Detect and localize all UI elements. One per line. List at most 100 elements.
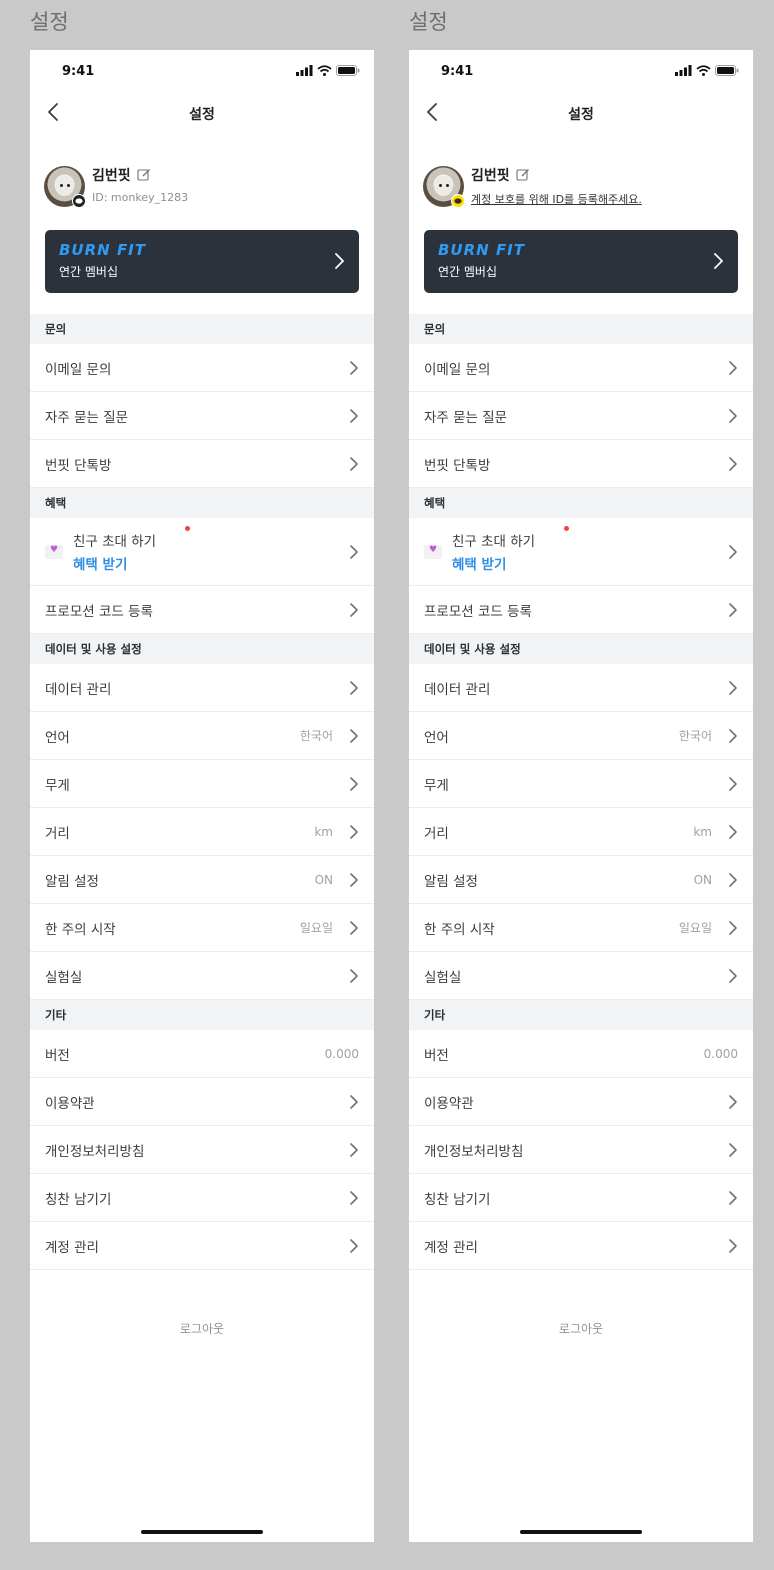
row-label: 개인정보처리방침 (45, 1143, 145, 1160)
chevron-right-icon (729, 1095, 737, 1109)
chevron-right-icon (350, 825, 358, 839)
row-value: ON (314, 872, 333, 887)
inquiry-item[interactable]: 이메일 문의 (30, 344, 374, 392)
profile-section: 김번핏 ID: monkey_1283 (30, 136, 374, 223)
inquiry-item[interactable]: 번핏 단톡방 (409, 440, 753, 488)
status-bar: 9:41 (30, 50, 374, 90)
data-setting-item[interactable]: 데이터 관리 (409, 664, 753, 712)
etc-item[interactable]: 개인정보처리방침 (409, 1126, 753, 1174)
kakao-chat-badge-icon (72, 194, 86, 208)
row-label: 무게 (45, 777, 70, 794)
wifi-icon (696, 65, 711, 76)
frame-label: 설정 (30, 10, 69, 34)
phone-screen: 9:41 설정 김번핏 ID: monkey_1283 BURN FIT 연간 멤버십문의… (30, 50, 374, 1542)
row-label: 무게 (424, 777, 449, 794)
row-label: 알림 설정 (424, 873, 478, 890)
chevron-right-icon (729, 729, 737, 743)
etc-item[interactable]: 이용약관 (409, 1078, 753, 1126)
row-value: 일요일 (299, 921, 333, 935)
data-setting-item[interactable]: 데이터 관리 (30, 664, 374, 712)
section-header-etc: 기타 (30, 1000, 374, 1030)
chevron-right-icon (729, 603, 737, 617)
inquiry-item[interactable]: 자주 묻는 질문 (409, 392, 753, 440)
row-value: km (314, 824, 333, 839)
invite-friend-row[interactable]: 친구 초대 하기혜택 받기 (409, 518, 753, 586)
chevron-right-icon (729, 409, 737, 423)
inquiry-item[interactable]: 자주 묻는 질문 (30, 392, 374, 440)
profile-name-row[interactable]: 김번핏 (92, 165, 151, 185)
invite-friend-row[interactable]: 친구 초대 하기혜택 받기 (30, 518, 374, 586)
chevron-right-icon (350, 681, 358, 695)
profile-name: 김번핏 (92, 168, 131, 184)
section-header-inquiry: 문의 (30, 314, 374, 344)
section-header-data: 데이터 및 사용 설정 (30, 634, 374, 664)
data-setting-item[interactable]: 언어 한국어 (30, 712, 374, 760)
inquiry-item[interactable]: 이메일 문의 (409, 344, 753, 392)
row-label: 언어 (424, 729, 449, 746)
chevron-right-icon (335, 253, 344, 269)
data-setting-item[interactable]: 무게 (30, 760, 374, 808)
profile-subtitle[interactable]: 계정 보호를 위해 ID를 등록해주세요. (471, 191, 642, 207)
row-label: 데이터 관리 (45, 681, 112, 698)
membership-card[interactable]: BURN FIT 연간 멤버십 (424, 230, 738, 293)
nav-bar: 설정 (409, 90, 753, 136)
data-setting-item[interactable]: 거리 km (30, 808, 374, 856)
promo-code-row[interactable]: 프로모션 코드 등록 (409, 586, 753, 634)
row-label: 프로모션 코드 등록 (45, 603, 153, 620)
profile-name: 김번핏 (471, 168, 510, 184)
etc-item[interactable]: 계정 관리 (409, 1222, 753, 1270)
row-label: 실험실 (424, 969, 462, 986)
data-setting-item[interactable]: 언어 한국어 (409, 712, 753, 760)
etc-item[interactable]: 개인정보처리방침 (30, 1126, 374, 1174)
data-setting-item[interactable]: 한 주의 시작 일요일 (30, 904, 374, 952)
section-header-etc: 기타 (409, 1000, 753, 1030)
data-setting-item[interactable]: 실험실 (30, 952, 374, 1000)
logout-button[interactable]: 로그아웃 (30, 1320, 374, 1337)
chevron-right-icon (729, 681, 737, 695)
version-value: 0.000 (324, 1046, 359, 1061)
row-value: 한국어 (299, 729, 333, 743)
chevron-right-icon (350, 921, 358, 935)
edit-pencil-icon[interactable] (137, 168, 151, 182)
chevron-right-icon (350, 409, 358, 423)
data-setting-item[interactable]: 무게 (409, 760, 753, 808)
row-label: 버전 (424, 1047, 449, 1064)
phone-screen: 9:41 설정 김번핏 계정 보호를 위해 ID를 등록해주세요. BURN FIT 연간… (409, 50, 753, 1542)
row-label: 칭찬 남기기 (424, 1191, 491, 1208)
new-dot-badge (564, 526, 569, 531)
data-setting-item[interactable]: 알림 설정 ON (30, 856, 374, 904)
membership-card[interactable]: BURN FIT 연간 멤버십 (45, 230, 359, 293)
etc-item[interactable]: 칭찬 남기기 (409, 1174, 753, 1222)
section-header-benefit: 혜택 (409, 488, 753, 518)
inquiry-item[interactable]: 번핏 단톡방 (30, 440, 374, 488)
data-setting-item[interactable]: 실험실 (409, 952, 753, 1000)
profile-name-row[interactable]: 김번핏 (471, 165, 530, 185)
chevron-right-icon (350, 969, 358, 983)
frame-label: 설정 (409, 10, 448, 34)
row-value: km (693, 824, 712, 839)
etc-item[interactable]: 칭찬 남기기 (30, 1174, 374, 1222)
status-icons (296, 65, 360, 76)
logout-button[interactable]: 로그아웃 (409, 1320, 753, 1337)
chevron-right-icon (350, 545, 358, 559)
edit-pencil-icon[interactable] (516, 168, 530, 182)
data-setting-item[interactable]: 거리 km (409, 808, 753, 856)
cellular-signal-icon (675, 65, 692, 76)
settings-list: 문의이메일 문의자주 묻는 질문번핏 단톡방혜택친구 초대 하기혜택 받기프로모… (30, 314, 374, 1337)
chevron-right-icon (714, 253, 723, 269)
promo-code-row[interactable]: 프로모션 코드 등록 (30, 586, 374, 634)
chevron-right-icon (729, 361, 737, 375)
membership-plan: 연간 멤버십 (59, 265, 119, 279)
kakao-chat-badge-icon (451, 194, 465, 208)
new-dot-badge (185, 526, 190, 531)
data-setting-item[interactable]: 한 주의 시작 일요일 (409, 904, 753, 952)
nav-bar: 설정 (30, 90, 374, 136)
etc-item[interactable]: 이용약관 (30, 1078, 374, 1126)
row-label: 이용약관 (45, 1095, 95, 1112)
burnfit-logo: BURN FIT (438, 241, 525, 259)
data-setting-item[interactable]: 알림 설정 ON (409, 856, 753, 904)
chevron-right-icon (729, 1143, 737, 1157)
etc-item[interactable]: 계정 관리 (30, 1222, 374, 1270)
chevron-right-icon (729, 457, 737, 471)
battery-icon (336, 65, 360, 76)
